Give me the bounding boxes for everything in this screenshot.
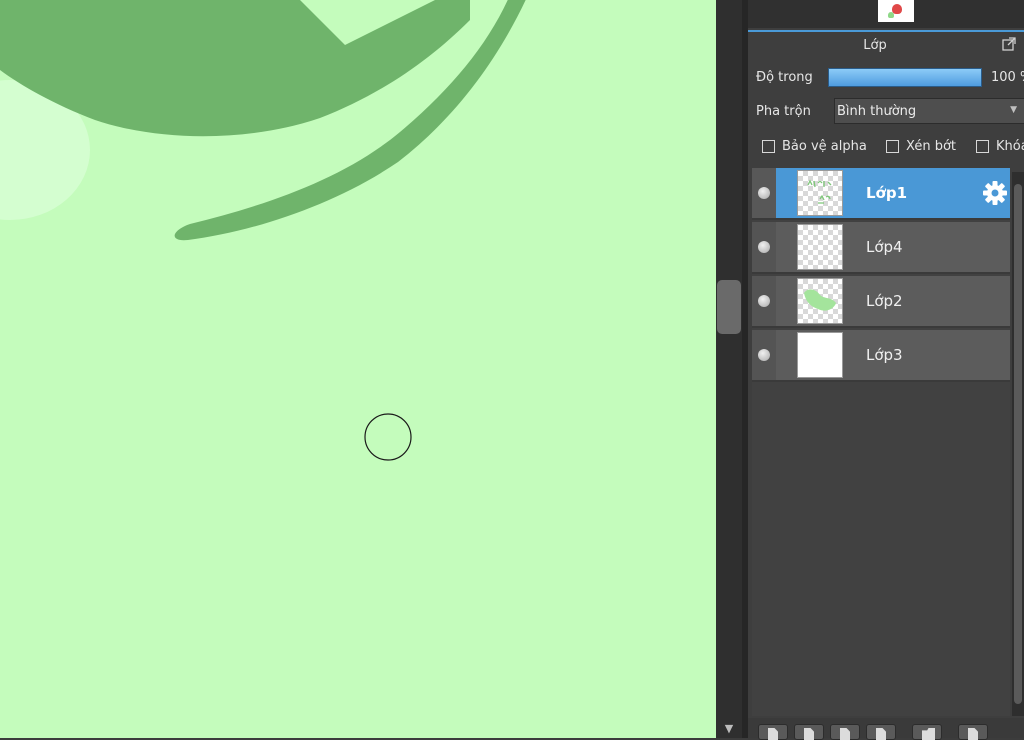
navigator-thumbnail[interactable] bbox=[878, 0, 914, 22]
layer-list-scrollbar[interactable] bbox=[1012, 172, 1024, 716]
eye-dot-icon bbox=[758, 241, 770, 253]
layer-thumbnail bbox=[797, 224, 843, 270]
clipping-label: Xén bớt bbox=[906, 139, 956, 154]
layer-panel: Lớp Độ trong 100 % Pha trộn Bình thường … bbox=[748, 0, 1024, 740]
layer-panel-header: Lớp bbox=[748, 30, 1024, 58]
layer-name: Lớp1 bbox=[866, 184, 908, 202]
popout-icon[interactable] bbox=[1002, 37, 1016, 51]
opacity-value: 100 % bbox=[991, 70, 1024, 85]
blend-mode-dropdown[interactable]: Bình thường ▼ bbox=[834, 98, 1024, 124]
blend-mode-label: Pha trộn bbox=[756, 104, 811, 119]
layer-row[interactable]: Lớp4 bbox=[752, 222, 1010, 274]
protect-alpha-label: Bảo vệ alpha bbox=[782, 139, 867, 154]
eye-dot-icon bbox=[758, 349, 770, 361]
layer-name: Lớp3 bbox=[866, 346, 903, 364]
eye-dot-icon bbox=[758, 295, 770, 307]
green-shape-thumbnail-art bbox=[804, 289, 836, 311]
layer-name: Lớp4 bbox=[866, 238, 903, 256]
lock-checkbox[interactable] bbox=[976, 140, 989, 153]
brush-cursor-icon bbox=[364, 413, 412, 461]
opacity-slider[interactable] bbox=[828, 68, 982, 87]
visibility-toggle[interactable] bbox=[752, 330, 776, 380]
layer-row[interactable]: Lớp3 bbox=[752, 330, 1010, 382]
visibility-toggle[interactable] bbox=[752, 276, 776, 326]
scroll-down-arrow-icon[interactable]: ▼ bbox=[716, 722, 742, 736]
canvas-scroll-thumb[interactable] bbox=[717, 280, 741, 334]
canvas-artwork bbox=[0, 0, 526, 461]
canvas-vertical-scrollbar[interactable]: ▼ bbox=[716, 0, 742, 738]
layer-row[interactable]: Lớp1 bbox=[752, 168, 1010, 220]
layer-thumbnail bbox=[797, 278, 843, 324]
protect-alpha-checkbox[interactable] bbox=[762, 140, 775, 153]
clipping-checkbox[interactable] bbox=[886, 140, 899, 153]
layer-list-scroll-thumb[interactable] bbox=[1014, 184, 1022, 704]
opacity-label: Độ trong bbox=[756, 70, 813, 85]
visibility-toggle[interactable] bbox=[752, 222, 776, 272]
panel-title: Lớp bbox=[863, 38, 887, 53]
drawing-canvas[interactable] bbox=[0, 0, 716, 738]
eye-dot-icon bbox=[758, 187, 770, 199]
gear-icon[interactable] bbox=[982, 180, 1008, 206]
layer-name: Lớp2 bbox=[866, 292, 903, 310]
layer-list: Lớp1 Lớp4 Lớp2 Lớp3 bbox=[752, 168, 1010, 716]
layer-toolbar bbox=[748, 718, 1024, 740]
chevron-down-icon: ▼ bbox=[1010, 105, 1017, 115]
layer-thumbnail bbox=[797, 170, 843, 216]
navigator-strip bbox=[748, 0, 1024, 28]
visibility-toggle[interactable] bbox=[752, 168, 776, 218]
layer-row[interactable]: Lớp2 bbox=[752, 276, 1010, 328]
blend-mode-value: Bình thường bbox=[837, 104, 917, 119]
layer-thumbnail bbox=[797, 332, 843, 378]
lock-label: Khóa bbox=[996, 139, 1024, 154]
sketch-thumbnail-art bbox=[807, 179, 832, 204]
